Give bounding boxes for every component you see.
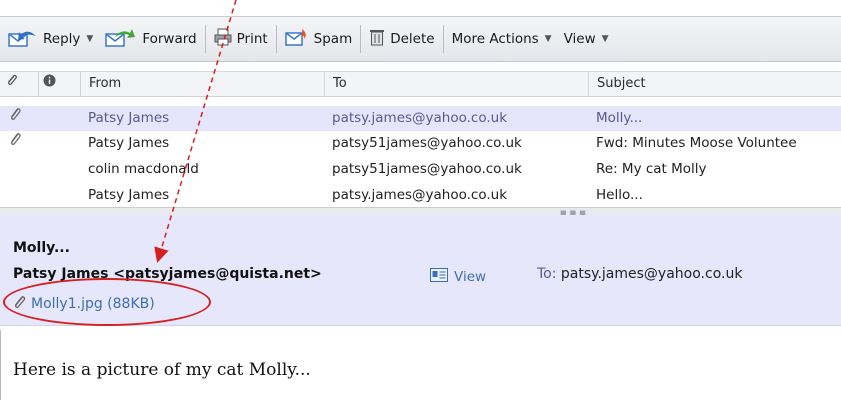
annotation-arrow xyxy=(154,0,237,263)
